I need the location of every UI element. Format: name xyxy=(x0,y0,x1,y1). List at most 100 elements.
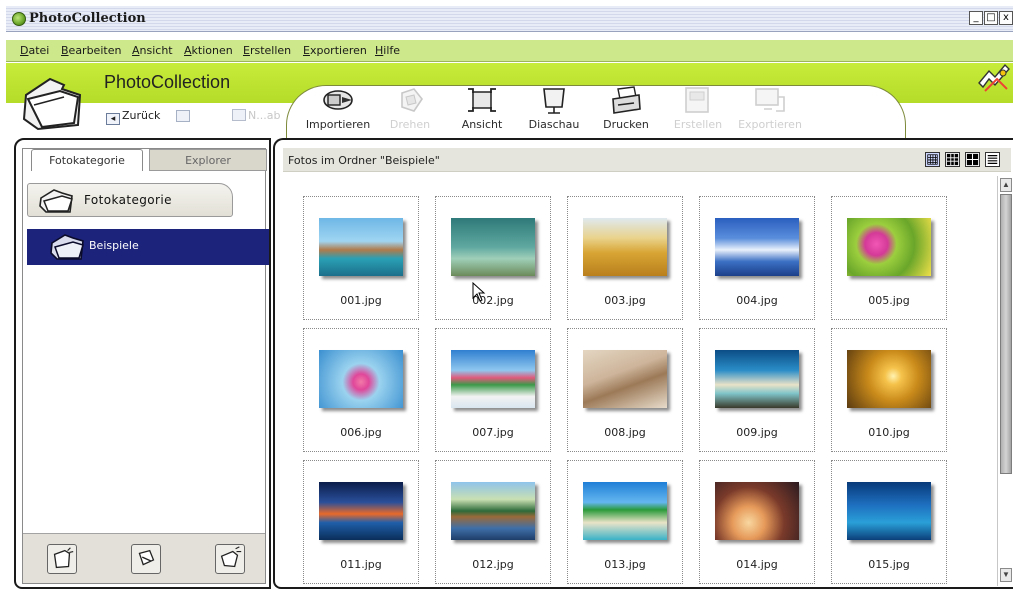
view-label: Ansicht xyxy=(461,118,503,131)
photo-thumbnail-item[interactable]: 005.jpg xyxy=(831,196,947,320)
photo-thumbnail-item[interactable]: 015.jpg xyxy=(831,460,947,584)
photo-panel: Fotos im Ordner "Beispiele" 001.jpg 002.… xyxy=(273,138,1013,589)
delete-category-button[interactable] xyxy=(215,544,245,574)
category-folder-icon xyxy=(39,189,73,213)
photo-thumbnail-item[interactable]: 009.jpg xyxy=(699,328,815,452)
photo-filename: 015.jpg xyxy=(868,558,910,571)
export-button[interactable]: Exportieren xyxy=(734,85,806,139)
photo-filename: 007.jpg xyxy=(472,426,514,439)
photo-filename: 010.jpg xyxy=(868,426,910,439)
photo-image xyxy=(715,218,799,276)
photo-filename: 014.jpg xyxy=(736,558,778,571)
tab-explorer[interactable]: Explorer xyxy=(149,149,267,171)
scrollbar-thumb[interactable] xyxy=(1000,194,1012,474)
menu-hilfe[interactable]: Hilfe xyxy=(375,44,400,57)
import-label: Importieren xyxy=(305,118,371,131)
photo-thumbnail-item[interactable]: 010.jpg xyxy=(831,328,947,452)
rotate-button[interactable]: Drehen xyxy=(374,85,446,139)
export-label: Exportieren xyxy=(738,118,802,131)
photo-filename: 006.jpg xyxy=(340,426,382,439)
photo-thumbnail-item[interactable]: 011.jpg xyxy=(303,460,419,584)
menu-exportieren[interactable]: Exportieren xyxy=(303,44,367,57)
maximize-button[interactable]: □ xyxy=(984,11,998,25)
photo-filename: 011.jpg xyxy=(340,558,382,571)
photo-thumbnail-item[interactable]: 004.jpg xyxy=(699,196,815,320)
print-label: Drucken xyxy=(603,118,649,131)
menu-ansicht[interactable]: Ansicht xyxy=(132,44,173,57)
photo-image xyxy=(451,350,535,408)
import-icon xyxy=(323,90,353,110)
close-button[interactable]: x xyxy=(999,11,1013,25)
category-actions xyxy=(23,533,265,583)
delete-category-icon xyxy=(220,546,242,568)
next-label: N...ab xyxy=(248,109,281,122)
vertical-scrollbar[interactable]: ▲ ▼ xyxy=(997,176,1013,586)
photo-image xyxy=(715,350,799,408)
photo-thumbnail-item[interactable]: 006.jpg xyxy=(303,328,419,452)
view-icon xyxy=(468,88,496,112)
list-view-icon xyxy=(987,154,998,165)
next-button[interactable]: N...ab xyxy=(232,109,280,122)
folder-title: Fotos im Ordner "Beispiele" xyxy=(288,154,440,167)
photo-thumbnail-item[interactable]: 012.jpg xyxy=(435,460,551,584)
back-button[interactable]: ◂ Zurück xyxy=(106,109,160,125)
photo-image xyxy=(583,350,667,408)
photo-image xyxy=(451,482,535,540)
minimize-button[interactable]: _ xyxy=(969,11,983,25)
large-grid-icon xyxy=(966,153,979,166)
menu-aktionen[interactable]: Aktionen xyxy=(184,44,233,57)
forward-arrow-icon[interactable] xyxy=(176,110,190,122)
new-category-button[interactable] xyxy=(47,544,77,574)
edit-category-button[interactable] xyxy=(131,544,161,574)
small-grid-icon xyxy=(927,154,938,165)
title-bar[interactable]: PhotoCollection _ □ x xyxy=(6,6,1013,32)
menu-bar: Datei Bearbeiten Ansicht Aktionen Erstel… xyxy=(6,40,1013,62)
small-grid-button[interactable] xyxy=(925,152,940,167)
menu-datei[interactable]: Datei xyxy=(20,44,49,57)
photo-filename: 004.jpg xyxy=(736,294,778,307)
slideshow-button[interactable]: Diaschau xyxy=(518,85,590,139)
photo-thumbnail-item[interactable]: 003.jpg xyxy=(567,196,683,320)
photo-image xyxy=(583,218,667,276)
photo-thumbnail-item[interactable]: 001.jpg xyxy=(303,196,419,320)
photo-image xyxy=(715,482,799,540)
photo-filename: 005.jpg xyxy=(868,294,910,307)
photo-thumbnail-item[interactable]: 007.jpg xyxy=(435,328,551,452)
scroll-up-arrow-icon[interactable]: ▲ xyxy=(1000,178,1012,192)
large-grid-button[interactable] xyxy=(965,152,980,167)
menu-erstellen[interactable]: Erstellen xyxy=(243,44,291,57)
brand-logo-icon xyxy=(978,63,1010,92)
view-button[interactable]: Ansicht xyxy=(446,85,518,139)
photo-thumbnail-item[interactable]: 013.jpg xyxy=(567,460,683,584)
back-arrow-icon: ◂ xyxy=(106,113,120,125)
photo-thumbnail-item[interactable]: 008.jpg xyxy=(567,328,683,452)
photo-filename: 001.jpg xyxy=(340,294,382,307)
list-view-button[interactable] xyxy=(985,152,1000,167)
app-logo-icon xyxy=(12,12,26,26)
print-button[interactable]: Drucken xyxy=(590,85,662,139)
photo-folder-icon xyxy=(22,77,82,131)
new-category-icon xyxy=(53,547,74,569)
category-header[interactable]: Fotokategorie xyxy=(27,183,233,217)
create-button[interactable]: Erstellen xyxy=(662,85,734,139)
photo-thumbnail-item[interactable]: 002.jpg xyxy=(435,196,551,320)
scroll-down-arrow-icon[interactable]: ▼ xyxy=(1000,568,1012,582)
slideshow-label: Diaschau xyxy=(528,118,580,131)
photo-filename: 002.jpg xyxy=(472,294,514,307)
medium-grid-button[interactable] xyxy=(945,152,960,167)
export-icon xyxy=(755,88,785,112)
back-label: Zurück xyxy=(122,109,161,122)
slideshow-icon xyxy=(543,88,565,114)
photo-image xyxy=(847,482,931,540)
photo-image xyxy=(583,482,667,540)
menu-bearbeiten[interactable]: Bearbeiten xyxy=(61,44,121,57)
tab-fotokategorie[interactable]: Fotokategorie xyxy=(31,149,143,171)
folder-item-beispiele[interactable]: Beispiele xyxy=(27,229,269,265)
photo-image xyxy=(847,218,931,276)
mouse-cursor-icon xyxy=(472,282,486,302)
edit-category-icon xyxy=(138,549,155,566)
app-name: PhotoCollection xyxy=(104,72,231,92)
import-button[interactable]: Importieren xyxy=(302,85,374,139)
photo-image xyxy=(451,218,535,276)
photo-thumbnail-item[interactable]: 014.jpg xyxy=(699,460,815,584)
